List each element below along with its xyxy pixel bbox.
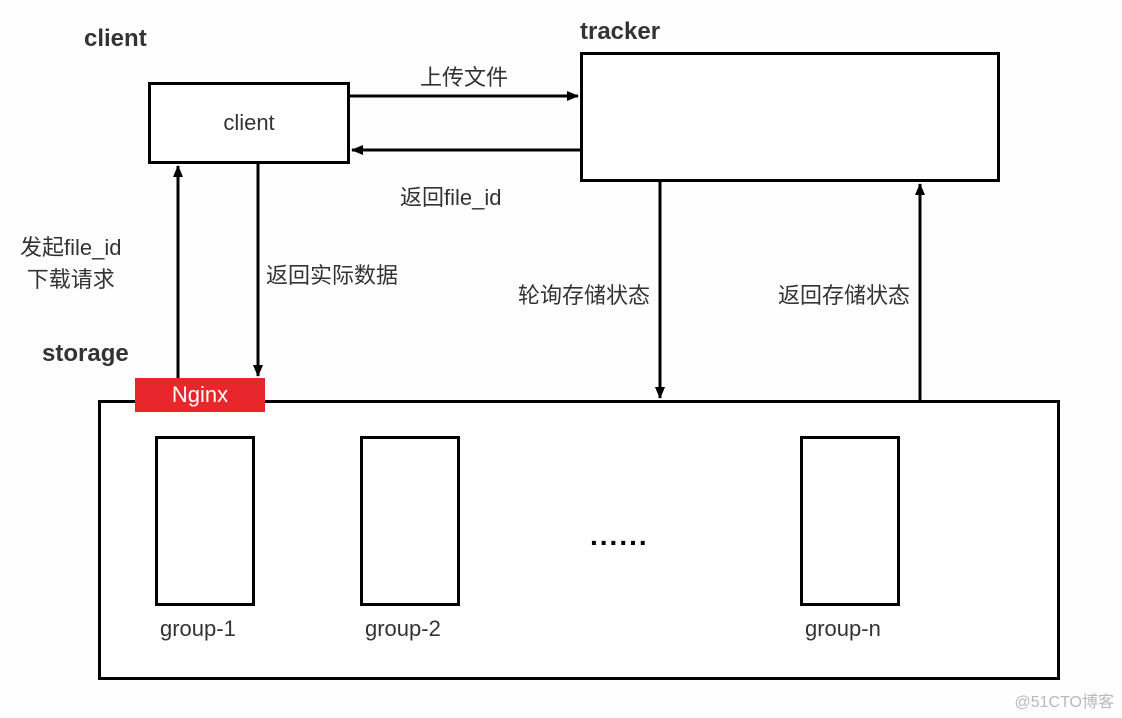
tracker-section-label: tracker bbox=[580, 18, 660, 46]
file-id-request-line1: 发起file_id bbox=[20, 235, 121, 260]
group-n-box bbox=[800, 436, 900, 606]
file-id-request-label: 发起file_id 下载请求 bbox=[20, 230, 121, 294]
ellipsis: ...... bbox=[590, 520, 649, 552]
client-section-label: client bbox=[84, 25, 147, 53]
file-id-request-line2: 下载请求 bbox=[27, 267, 115, 292]
group-n-label: group-n bbox=[805, 616, 881, 642]
client-box: client bbox=[148, 82, 350, 164]
group-2-label: group-2 bbox=[365, 616, 441, 642]
return-actual-data-label: 返回实际数据 bbox=[266, 258, 398, 290]
tracker-box bbox=[580, 52, 1000, 182]
group-1-label: group-1 bbox=[160, 616, 236, 642]
group-1-box bbox=[155, 436, 255, 606]
return-storage-state-label: 返回存储状态 bbox=[778, 278, 910, 310]
storage-section-label: storage bbox=[42, 340, 129, 368]
client-box-label: client bbox=[223, 110, 274, 136]
watermark: @51CTO博客 bbox=[1014, 688, 1114, 712]
upload-label: 上传文件 bbox=[420, 60, 508, 92]
group-2-box bbox=[360, 436, 460, 606]
diagram-canvas: client tracker storage client Nginx grou… bbox=[0, 0, 1122, 718]
return-file-id-label: 返回file_id bbox=[400, 180, 501, 212]
poll-storage-state-label: 轮询存储状态 bbox=[518, 278, 650, 310]
nginx-label: Nginx bbox=[135, 378, 265, 412]
